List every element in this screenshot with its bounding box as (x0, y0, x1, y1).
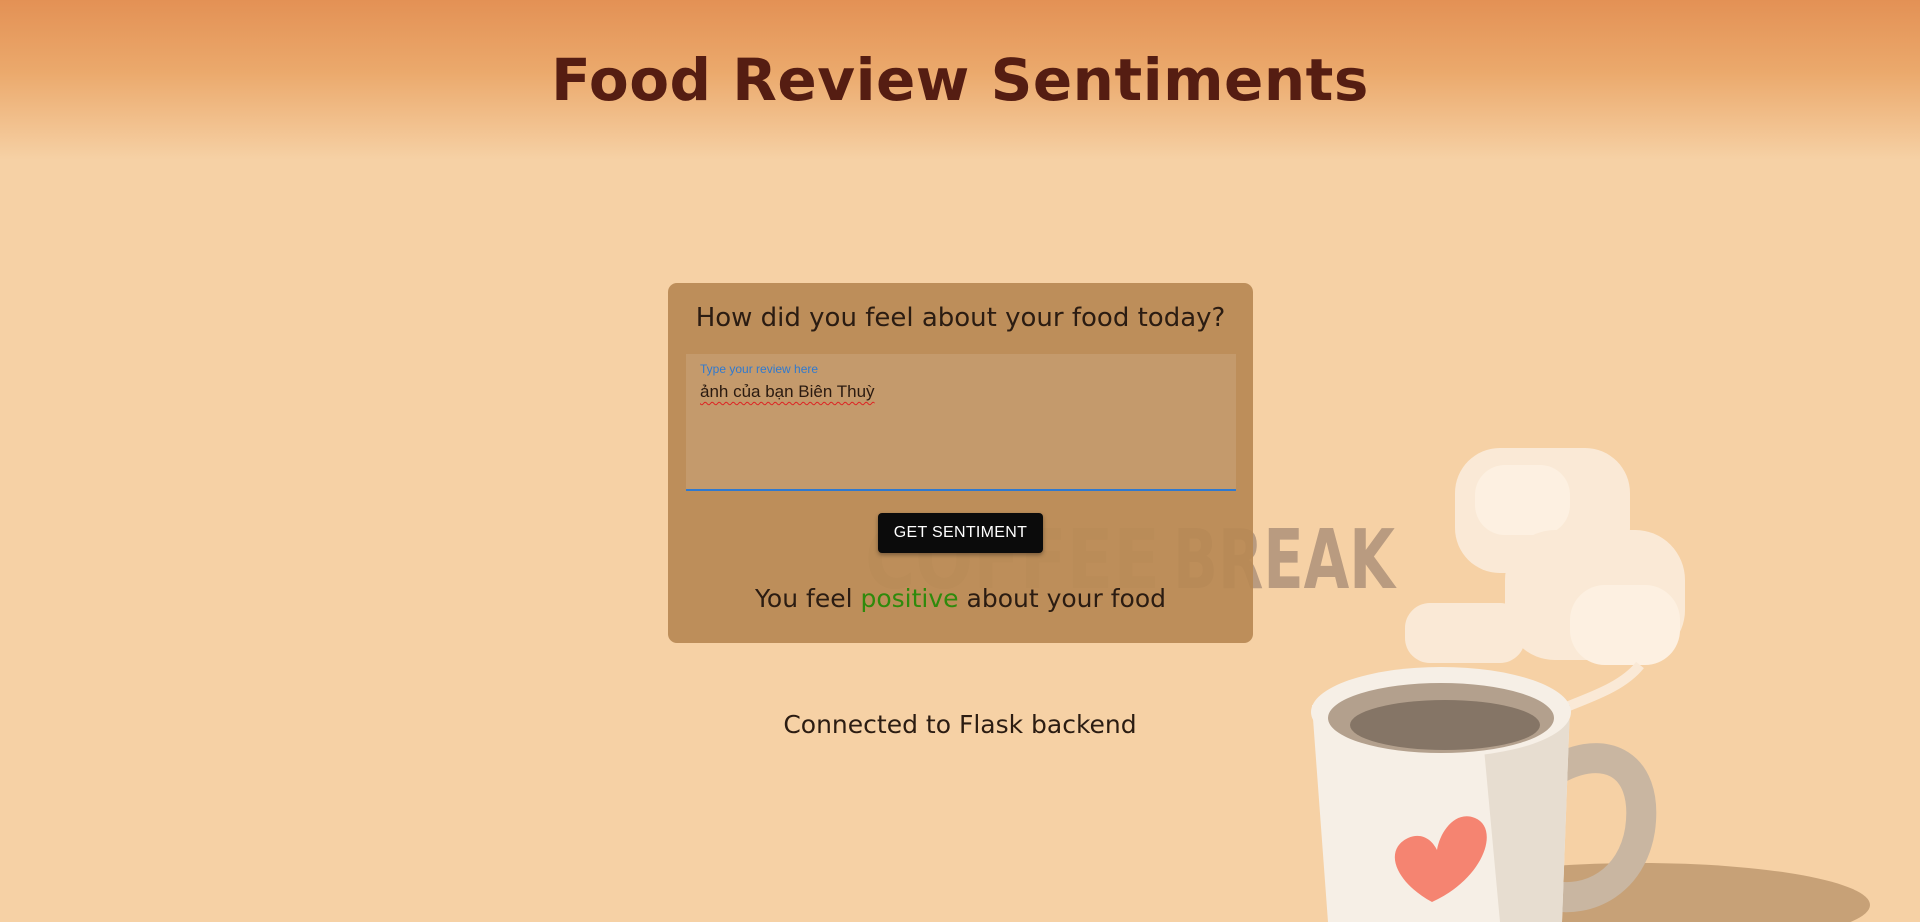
result-suffix: about your food (966, 584, 1167, 613)
review-field-label: Type your review here (700, 362, 819, 376)
result-prefix: You feel (754, 584, 853, 613)
review-field[interactable]: Type your review here ảnh của bạn Biên T… (686, 354, 1236, 491)
review-question: How did you feel about your food today? (695, 303, 1226, 333)
review-card: How did you feel about your food today? … (668, 283, 1253, 643)
page-title: Food Review Sentiments (551, 46, 1369, 114)
sentiment-result: You feel positive about your food (668, 584, 1253, 613)
result-sentiment: positive (860, 584, 959, 613)
review-input[interactable]: ảnh của bạn Biên Thuỳ (700, 382, 1220, 478)
connection-status: Connected to Flask backend (783, 710, 1137, 739)
get-sentiment-button[interactable]: GET SENTIMENT (878, 513, 1043, 553)
